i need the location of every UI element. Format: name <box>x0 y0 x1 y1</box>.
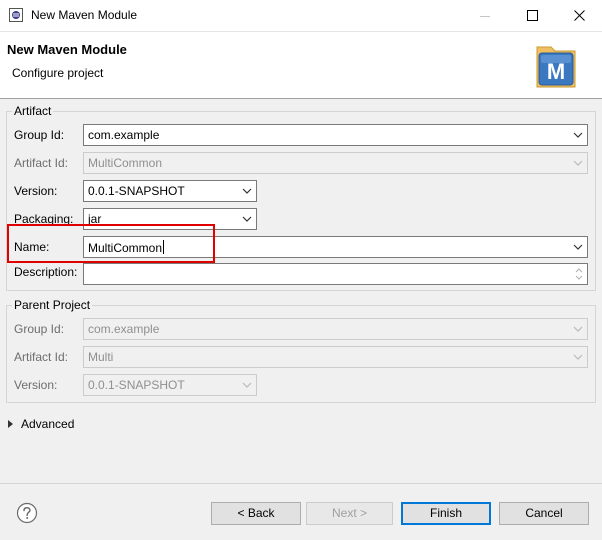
header-divider <box>0 98 602 99</box>
wizard-subtitle: Configure project <box>12 66 104 80</box>
wizard-title: New Maven Module <box>7 42 127 57</box>
eclipse-icon <box>9 8 23 22</box>
footer-divider <box>0 483 602 484</box>
group-id-combo[interactable]: com.example <box>83 124 588 146</box>
chevron-down-icon <box>573 354 583 360</box>
minimize-button[interactable] <box>462 0 508 31</box>
artifact-id-combo: MultiCommon <box>83 152 588 174</box>
scroll-arrows-icon[interactable] <box>573 266 585 282</box>
chevron-down-icon <box>242 188 252 194</box>
artifact-id-value: MultiCommon <box>88 156 163 170</box>
close-icon <box>573 10 585 21</box>
chevron-down-icon <box>242 382 252 388</box>
description-label: Description: <box>14 265 78 279</box>
chevron-down-icon <box>573 132 583 138</box>
parent-version-label: Version: <box>14 378 58 392</box>
group-id-value: com.example <box>88 128 160 142</box>
artifact-id-label: Artifact Id: <box>14 156 69 170</box>
parent-project-group-label: Parent Project <box>12 298 93 312</box>
advanced-toggle[interactable]: Advanced <box>8 417 74 431</box>
parent-version-value: 0.0.1-SNAPSHOT <box>88 378 185 392</box>
maximize-button[interactable] <box>509 0 555 31</box>
version-label: Version: <box>14 184 58 198</box>
maven-logo-icon: M <box>536 46 576 88</box>
window-title: New Maven Module <box>31 8 138 22</box>
advanced-label: Advanced <box>21 417 75 431</box>
chevron-down-icon <box>573 244 583 250</box>
parent-group-id-combo: com.example <box>83 318 588 340</box>
artifact-group-label: Artifact <box>12 104 54 118</box>
chevron-down-icon <box>242 216 252 222</box>
back-button[interactable]: < Back <box>211 502 301 525</box>
finish-button[interactable]: Finish <box>401 502 491 525</box>
minimize-icon <box>480 15 490 17</box>
version-combo[interactable]: 0.0.1-SNAPSHOT <box>83 180 257 202</box>
chevron-down-icon <box>573 326 583 332</box>
wizard-header: New Maven Module Configure project M <box>0 31 602 98</box>
help-icon[interactable] <box>16 502 38 524</box>
maximize-icon <box>526 10 538 21</box>
parent-artifact-id-combo: Multi <box>83 346 588 368</box>
parent-group-id-value: com.example <box>88 322 160 336</box>
group-id-label: Group Id: <box>14 128 65 142</box>
next-button[interactable]: Next > <box>306 502 393 525</box>
parent-artifact-id-value: Multi <box>88 350 114 364</box>
version-value: 0.0.1-SNAPSHOT <box>88 184 185 198</box>
svg-text:M: M <box>547 59 565 84</box>
parent-group-id-label: Group Id: <box>14 322 65 336</box>
title-bar: New Maven Module <box>0 0 602 31</box>
chevron-down-icon <box>573 160 583 166</box>
close-button[interactable] <box>556 0 602 31</box>
name-highlight-box <box>7 224 215 263</box>
expand-arrow-icon <box>8 420 13 428</box>
description-field[interactable] <box>83 263 588 285</box>
parent-version-combo: 0.0.1-SNAPSHOT <box>83 374 257 396</box>
cancel-button[interactable]: Cancel <box>499 502 589 525</box>
parent-artifact-id-label: Artifact Id: <box>14 350 69 364</box>
